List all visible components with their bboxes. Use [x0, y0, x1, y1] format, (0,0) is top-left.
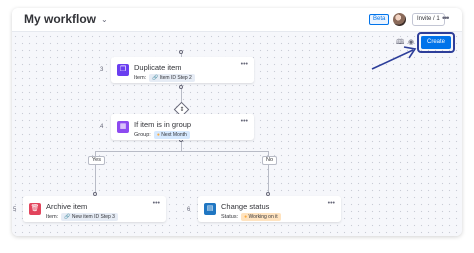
link-icon: 🔗 — [152, 75, 159, 81]
new-item-id-chip[interactable]: 🔗 New item ID Step 3 — [61, 213, 118, 221]
node-menu-icon[interactable]: ••• — [153, 200, 160, 207]
node-menu-icon[interactable]: ••• — [328, 200, 335, 207]
connector-dot — [179, 50, 183, 54]
no-branch-label: No — [262, 156, 278, 165]
copy-icon: ❐ — [117, 64, 129, 76]
step-number: 6 — [187, 207, 191, 213]
status-dot-icon: ● — [244, 214, 248, 220]
node-duplicate-item[interactable]: ❐ Duplicate item Item: 🔗 Item ID Step 2 … — [111, 57, 254, 83]
node-name: Archive item — [46, 202, 88, 211]
node-menu-icon[interactable]: ••• — [241, 61, 248, 68]
node-name: If item is in group — [134, 120, 192, 129]
step-number: 3 — [100, 67, 104, 73]
item-id-chip[interactable]: 🔗 Item ID Step 2 — [149, 74, 195, 82]
connector-dot — [179, 85, 183, 89]
field-label: Item: — [134, 75, 147, 81]
node-field: Item: 🔗 New item ID Step 3 — [46, 213, 118, 221]
node-name: Change status — [221, 202, 270, 211]
condition-icon: ▦ — [117, 121, 129, 133]
chip-label: Working on it — [248, 214, 278, 220]
step-number: 5 — [13, 207, 17, 213]
chip-step: Step 2 — [177, 75, 192, 81]
node-field: Item: 🔗 Item ID Step 2 — [134, 74, 195, 82]
group-dot-icon: ● — [156, 132, 160, 138]
link-icon: 🔗 — [64, 214, 71, 220]
chip-label: Next Month — [161, 132, 187, 138]
node-field: Status: ● Working on it — [221, 213, 281, 221]
node-menu-icon[interactable]: ••• — [241, 118, 248, 125]
node-name: Duplicate item — [134, 63, 182, 72]
group-chip[interactable]: ● Next Month — [153, 131, 190, 139]
chip-step: Step 3 — [100, 214, 115, 220]
node-if-item-in-group[interactable]: ▦ If item is in group Group: ● Next Mont… — [111, 114, 254, 140]
field-label: Status: — [221, 214, 239, 220]
step-number: 4 — [100, 124, 104, 130]
chip-label: New item ID — [71, 214, 100, 220]
node-archive-item[interactable]: 🗑 Archive item Item: 🔗 New item ID Step … — [23, 196, 166, 222]
node-field: Group: ● Next Month — [134, 131, 190, 139]
field-label: Group: — [134, 132, 151, 138]
branch-line — [95, 151, 269, 152]
node-change-status[interactable]: ▤ Change status Status: ● Working on it … — [198, 196, 341, 222]
status-chip[interactable]: ● Working on it — [241, 213, 281, 221]
field-label: Item: — [46, 214, 59, 220]
chip-label: Item ID — [159, 75, 176, 81]
yes-branch-label: Yes — [88, 156, 105, 165]
trash-icon: 🗑 — [29, 203, 41, 215]
status-icon: ▤ — [204, 203, 216, 215]
